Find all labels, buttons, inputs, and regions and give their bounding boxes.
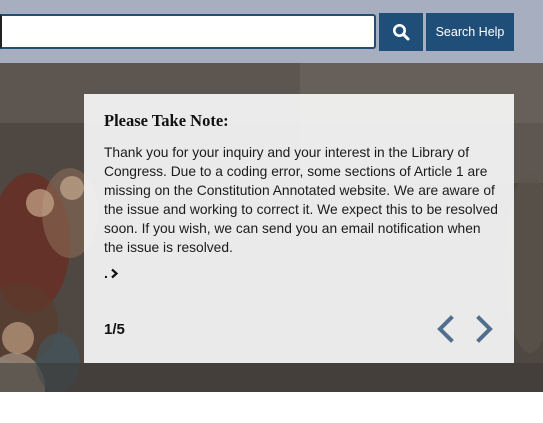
chevron-right-icon — [110, 268, 119, 279]
search-help-button[interactable]: Search Help — [426, 13, 514, 51]
previous-button[interactable] — [433, 312, 459, 346]
notice-dialog: Please Take Note: Thank you for your inq… — [84, 94, 514, 363]
search-input[interactable] — [0, 14, 376, 49]
slide-counter: 1/5 — [104, 321, 125, 338]
notice-title: Please Take Note: — [104, 111, 229, 130]
next-button[interactable] — [471, 312, 497, 346]
notice-link-label: . — [104, 265, 108, 281]
search-icon — [393, 24, 410, 41]
search-button[interactable] — [379, 13, 423, 51]
notice-message: Thank you for your inquiry and your inte… — [104, 145, 498, 255]
chevron-left-icon — [437, 315, 454, 343]
notice-link[interactable]: . — [104, 265, 119, 281]
search-bar: Search Help — [0, 0, 543, 63]
chevron-right-icon — [476, 315, 493, 343]
